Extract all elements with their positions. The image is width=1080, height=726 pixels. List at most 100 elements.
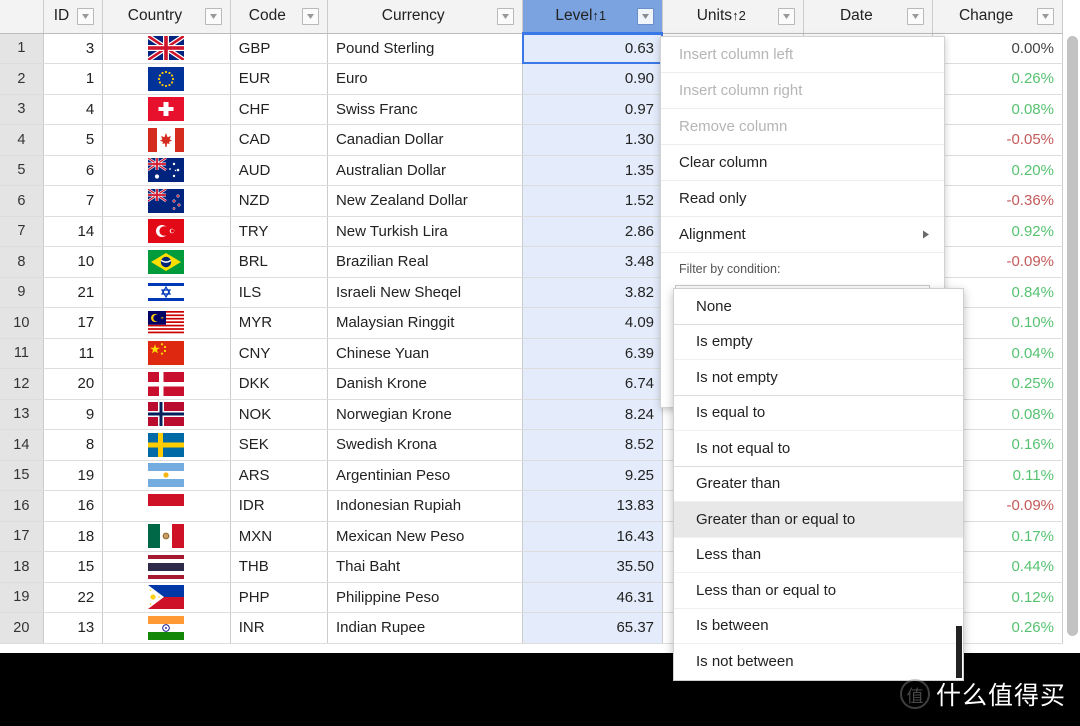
filter-icon-id[interactable] xyxy=(77,7,95,25)
column-header-level[interactable]: Level↑1 xyxy=(522,0,664,34)
cell-level[interactable]: 3.48 xyxy=(521,246,664,278)
cell-id[interactable]: 10 xyxy=(43,246,104,278)
row-number[interactable]: 11 xyxy=(0,338,44,369)
cell-level[interactable]: 2.86 xyxy=(521,216,664,247)
menu-item-read-only[interactable]: Read only xyxy=(661,181,944,217)
cell-currency[interactable]: Norwegian Krone xyxy=(327,399,523,430)
dropdown-scrollbar-thumb[interactable] xyxy=(956,625,962,678)
cell-code[interactable]: CHF xyxy=(230,94,328,125)
cell-change[interactable]: 0.26% xyxy=(932,63,1063,95)
vertical-scrollbar[interactable] xyxy=(1065,34,1079,652)
cell-level[interactable]: 0.97 xyxy=(521,94,664,125)
row-number[interactable]: 19 xyxy=(0,582,44,613)
menu-item-clear-column[interactable]: Clear column xyxy=(661,145,944,181)
cell-country-flag[interactable] xyxy=(102,307,231,339)
filter-icon-change[interactable] xyxy=(1037,7,1054,25)
row-number[interactable]: 18 xyxy=(0,551,44,583)
menu-item-alignment[interactable]: Alignment xyxy=(661,217,944,253)
cell-country-flag[interactable] xyxy=(102,338,231,369)
cell-country-flag[interactable] xyxy=(102,277,231,308)
cell-id[interactable]: 6 xyxy=(43,155,104,186)
row-number[interactable]: 16 xyxy=(0,490,44,522)
cell-currency[interactable]: Pound Sterling xyxy=(327,33,523,64)
filter-icon-country[interactable] xyxy=(204,7,222,25)
cell-code[interactable]: TRY xyxy=(230,216,328,247)
cell-change[interactable]: 0.20% xyxy=(932,155,1063,186)
cell-level[interactable]: 9.25 xyxy=(521,460,664,491)
dropdown-option[interactable]: Is not empty xyxy=(674,360,963,396)
row-number[interactable]: 15 xyxy=(0,460,44,491)
cell-code[interactable]: EUR xyxy=(230,63,328,95)
cell-id[interactable]: 7 xyxy=(43,185,104,217)
dropdown-option[interactable]: Is equal to xyxy=(674,396,963,431)
row-number[interactable]: 20 xyxy=(0,612,44,644)
cell-level[interactable]: 35.50 xyxy=(521,551,664,583)
cell-level[interactable]: 46.31 xyxy=(521,582,664,613)
row-number[interactable]: 4 xyxy=(0,124,44,156)
cell-country-flag[interactable] xyxy=(102,399,231,430)
dropdown-option[interactable]: Less than or equal to xyxy=(674,573,963,609)
row-number[interactable]: 8 xyxy=(0,246,44,278)
select-all-corner[interactable] xyxy=(0,0,44,34)
cell-level[interactable]: 1.30 xyxy=(521,124,664,156)
column-header-units[interactable]: Units↑2 xyxy=(662,0,804,34)
cell-id[interactable]: 17 xyxy=(43,307,104,339)
cell-country-flag[interactable] xyxy=(102,490,231,522)
cell-change[interactable]: -0.05% xyxy=(932,124,1063,156)
row-number[interactable]: 5 xyxy=(0,155,44,186)
cell-currency[interactable]: Canadian Dollar xyxy=(327,124,523,156)
row-number[interactable]: 1 xyxy=(0,33,44,64)
menu-item-insert-column-left[interactable]: Insert column left xyxy=(661,37,944,73)
column-header-id[interactable]: ID xyxy=(43,0,104,34)
dropdown-option[interactable]: Is not between xyxy=(674,644,963,680)
cell-id[interactable]: 9 xyxy=(43,399,104,430)
menu-item-remove-column[interactable]: Remove column xyxy=(661,109,944,145)
cell-code[interactable]: SEK xyxy=(230,429,328,461)
cell-country-flag[interactable] xyxy=(102,368,231,400)
row-number[interactable]: 2 xyxy=(0,63,44,95)
cell-code[interactable]: GBP xyxy=(230,33,328,64)
cell-id[interactable]: 8 xyxy=(43,429,104,461)
cell-level[interactable]: 6.74 xyxy=(521,368,664,400)
cell-level[interactable]: 6.39 xyxy=(521,338,664,369)
cell-code[interactable]: CNY xyxy=(230,338,328,369)
cell-code[interactable]: DKK xyxy=(230,368,328,400)
scrollbar-thumb[interactable] xyxy=(1067,36,1078,636)
cell-change[interactable]: -0.36% xyxy=(932,185,1063,217)
dropdown-option[interactable]: Is between xyxy=(674,609,963,644)
cell-currency[interactable]: Indonesian Rupiah xyxy=(327,490,523,522)
cell-country-flag[interactable] xyxy=(102,63,231,95)
dropdown-option[interactable]: None xyxy=(674,289,963,325)
cell-level[interactable]: 8.52 xyxy=(521,429,664,461)
cell-currency[interactable]: Mexican New Peso xyxy=(327,521,523,552)
filter-icon-date[interactable] xyxy=(907,7,925,25)
cell-currency[interactable]: Swiss Franc xyxy=(327,94,523,125)
row-number[interactable]: 10 xyxy=(0,307,44,339)
cell-code[interactable]: MYR xyxy=(230,307,328,339)
cell-change[interactable]: 0.00% xyxy=(932,33,1063,64)
cell-change[interactable]: 0.08% xyxy=(932,94,1063,125)
cell-currency[interactable]: Australian Dollar xyxy=(327,155,523,186)
cell-id[interactable]: 1 xyxy=(43,63,104,95)
cell-currency[interactable]: Argentinian Peso xyxy=(327,460,523,491)
cell-country-flag[interactable] xyxy=(102,185,231,217)
cell-id[interactable]: 20 xyxy=(43,368,104,400)
filter-icon-units[interactable] xyxy=(777,7,795,25)
cell-code[interactable]: MXN xyxy=(230,521,328,552)
cell-country-flag[interactable] xyxy=(102,521,231,552)
cell-country-flag[interactable] xyxy=(102,582,231,613)
filter-icon-level[interactable] xyxy=(637,7,655,25)
cell-id[interactable]: 19 xyxy=(43,460,104,491)
row-number[interactable]: 3 xyxy=(0,94,44,125)
cell-id[interactable]: 16 xyxy=(43,490,104,522)
cell-currency[interactable]: Brazilian Real xyxy=(327,246,523,278)
cell-code[interactable]: CAD xyxy=(230,124,328,156)
cell-currency[interactable]: Thai Baht xyxy=(327,551,523,583)
cell-level[interactable]: 1.52 xyxy=(521,185,664,217)
cell-level[interactable]: 8.24 xyxy=(521,399,664,430)
dropdown-option[interactable]: Is empty xyxy=(674,325,963,360)
row-number[interactable]: 9 xyxy=(0,277,44,308)
row-number[interactable]: 17 xyxy=(0,521,44,552)
cell-country-flag[interactable] xyxy=(102,551,231,583)
cell-code[interactable]: NOK xyxy=(230,399,328,430)
